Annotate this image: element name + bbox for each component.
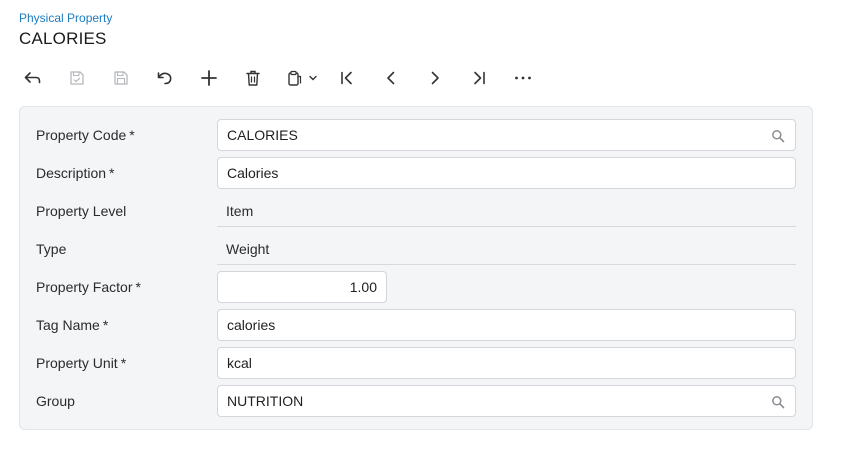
type-row: Type Weight	[20, 233, 812, 265]
undo-icon	[157, 72, 172, 85]
last-record-icon	[474, 71, 485, 85]
last-record-button[interactable]	[464, 63, 494, 93]
page-title: CALORIES	[19, 29, 107, 48]
property-level-value: Item	[217, 195, 796, 227]
property-code-input[interactable]	[218, 120, 795, 150]
undo-button[interactable]	[150, 63, 180, 93]
tag-name-row: Tag Name *	[20, 309, 812, 341]
property-level-row: Property Level Item	[20, 195, 812, 227]
chevron-left-icon	[387, 71, 395, 85]
save-close-icon	[70, 71, 84, 85]
search-icon[interactable]	[771, 129, 785, 143]
search-icon[interactable]	[771, 395, 785, 409]
property-form: Property Code* Description* Property Lev…	[19, 106, 813, 430]
save-button[interactable]	[106, 63, 136, 93]
property-code-field[interactable]	[217, 119, 796, 151]
description-row: Description *	[20, 157, 812, 189]
next-record-button[interactable]	[420, 63, 450, 93]
property-factor-field[interactable]	[217, 271, 387, 303]
chevron-down-icon	[308, 75, 317, 81]
more-actions-button[interactable]	[508, 63, 538, 93]
trash-icon	[246, 70, 260, 86]
property-unit-input[interactable]	[218, 348, 795, 378]
delete-button[interactable]	[238, 63, 268, 93]
property-level-label: Property Level	[36, 203, 127, 219]
first-record-button[interactable]	[332, 63, 362, 93]
property-code-label: Property Code *	[36, 127, 135, 143]
back-arrow-icon	[24, 72, 41, 84]
property-code-row: Property Code *	[20, 119, 812, 151]
add-button[interactable]	[194, 63, 224, 93]
save-icon	[114, 71, 128, 85]
tag-name-field[interactable]	[217, 309, 796, 341]
toolbar	[18, 63, 552, 93]
property-factor-label: Property Factor *	[36, 279, 141, 295]
back-button[interactable]	[18, 63, 48, 93]
property-factor-input[interactable]	[218, 272, 386, 302]
first-record-icon	[341, 71, 352, 85]
copy-paste-dropdown-button[interactable]	[282, 63, 322, 93]
clipboard-icon	[287, 70, 301, 86]
group-row: Group	[20, 385, 812, 417]
chevron-right-icon	[431, 71, 439, 85]
description-input[interactable]	[218, 158, 795, 188]
previous-record-button[interactable]	[376, 63, 406, 93]
tag-name-label: Tag Name *	[36, 317, 109, 333]
group-field[interactable]	[217, 385, 796, 417]
group-input[interactable]	[218, 386, 795, 416]
property-unit-label: Property Unit *	[36, 355, 127, 371]
property-unit-row: Property Unit *	[20, 347, 812, 379]
description-label: Description *	[36, 165, 115, 181]
description-field[interactable]	[217, 157, 796, 189]
breadcrumb[interactable]: Physical Property	[19, 11, 112, 25]
plus-icon	[201, 70, 217, 86]
type-label: Type	[36, 241, 67, 257]
property-unit-field[interactable]	[217, 347, 796, 379]
physical-property-page: Physical Property CALORIES Property Code…	[0, 0, 850, 472]
tag-name-input[interactable]	[218, 310, 795, 340]
property-factor-row: Property Factor *	[20, 271, 812, 303]
save-close-button[interactable]	[62, 63, 92, 93]
ellipsis-icon	[515, 76, 531, 80]
type-value: Weight	[217, 233, 796, 265]
group-label: Group	[36, 393, 75, 409]
